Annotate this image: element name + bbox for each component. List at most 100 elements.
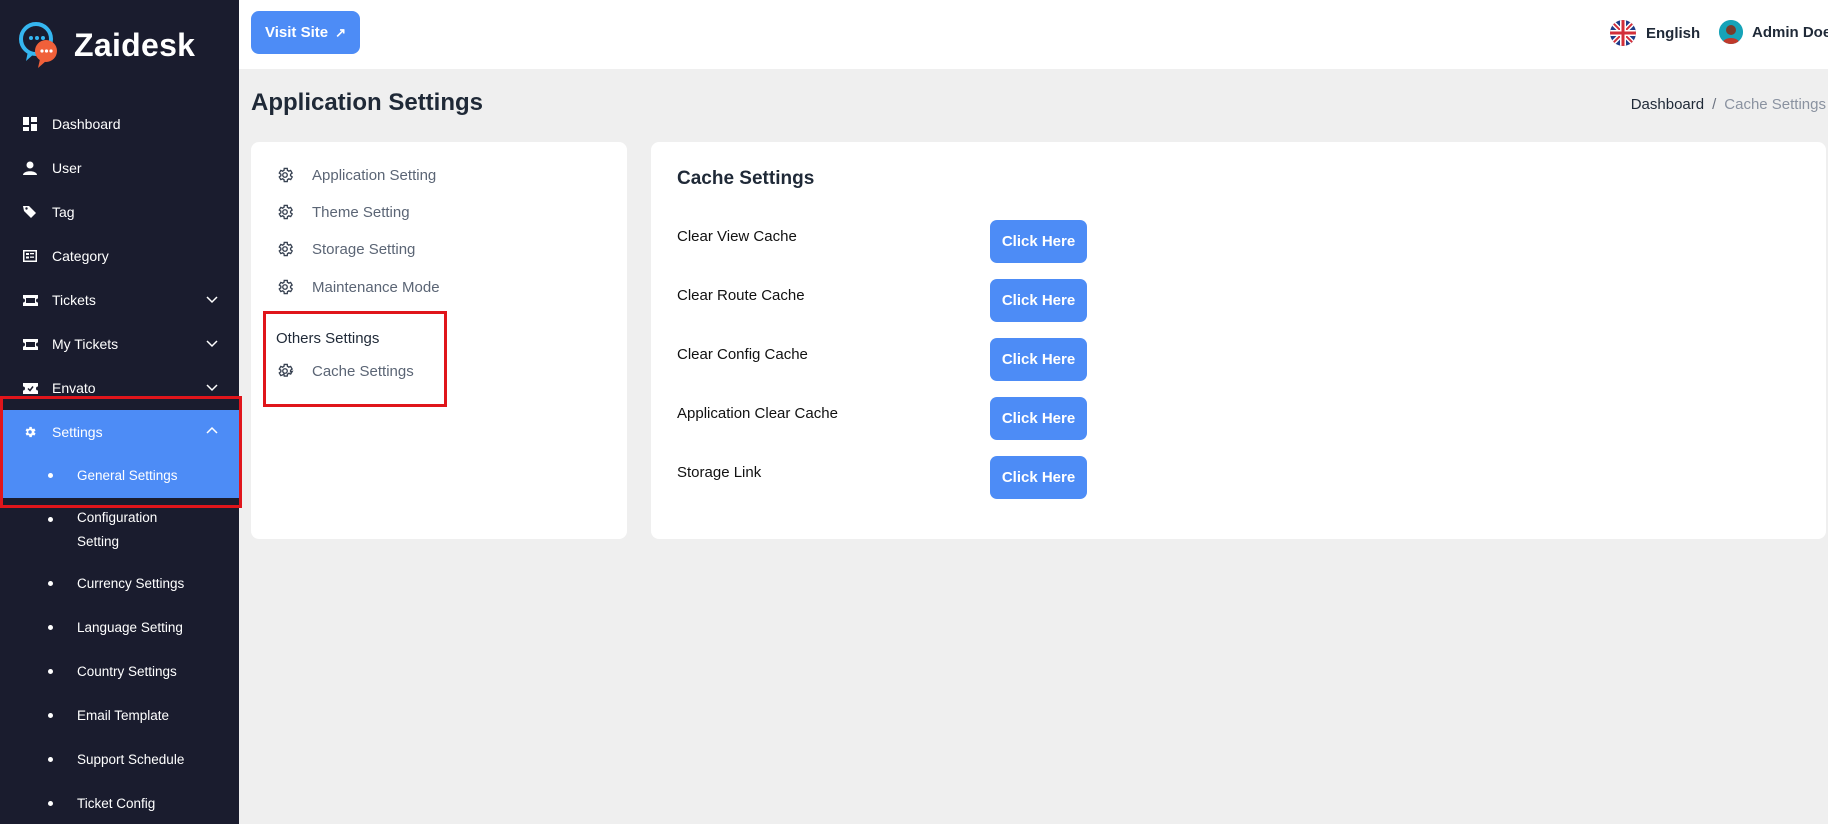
clear-config-cache-button[interactable]: Click Here xyxy=(990,338,1087,381)
topbar: Visit Site ↗ English Admin Doe xyxy=(239,0,1828,69)
sidebar-item-label: User xyxy=(52,160,82,176)
sidebar-subitem-support-schedule[interactable]: Support Schedule xyxy=(0,738,239,782)
brand[interactable]: Zaidesk xyxy=(0,0,239,90)
chevron-down-icon xyxy=(205,336,219,350)
brand-name: Zaidesk xyxy=(74,26,196,63)
application-clear-cache-button[interactable]: Click Here xyxy=(990,397,1087,440)
menu-item-maintenance-mode[interactable]: Maintenance Mode xyxy=(276,278,440,296)
cache-settings-card: Cache Settings Clear View Cache Click He… xyxy=(651,142,1826,539)
sidebar-subitem-email-template[interactable]: Email Template xyxy=(0,694,239,738)
chevron-down-icon xyxy=(205,292,219,306)
cache-row-clear-route: Clear Route Cache Click Here xyxy=(677,279,1087,323)
sidebar-subitem-country-settings[interactable]: Country Settings xyxy=(0,650,239,694)
logo-icon xyxy=(18,19,60,71)
sidebar-item-user[interactable]: User xyxy=(0,146,239,190)
menu-item-label: Application Setting xyxy=(312,166,437,184)
visit-site-label: Visit Site xyxy=(265,24,329,41)
cache-row-label: Clear Config Cache xyxy=(677,346,808,363)
category-icon xyxy=(22,248,38,264)
cache-row-clear-config: Clear Config Cache Click Here xyxy=(677,338,1087,382)
ticket-icon xyxy=(22,292,38,308)
cache-row-label: Storage Link xyxy=(677,464,762,481)
clear-route-cache-button[interactable]: Click Here xyxy=(990,279,1087,322)
sidebar-item-dashboard[interactable]: Dashboard xyxy=(0,102,239,146)
sidebar-nav: Dashboard User Tag Category Tickets My T… xyxy=(0,102,239,824)
gear-icon xyxy=(276,362,294,380)
sidebar-item-category[interactable]: Category xyxy=(0,234,239,278)
user-menu[interactable]: Admin Doe xyxy=(1719,20,1828,44)
sidebar-item-settings[interactable]: Settings xyxy=(0,410,239,454)
bullet-icon xyxy=(48,517,53,522)
chevron-down-icon xyxy=(205,380,219,394)
menu-item-label: Theme Setting xyxy=(312,203,410,221)
sidebar-item-label: Tickets xyxy=(52,292,96,308)
sidebar-subitem-label: Language Setting xyxy=(77,620,183,635)
sidebar-item-tickets[interactable]: Tickets xyxy=(0,278,239,322)
breadcrumb-separator: / xyxy=(1712,96,1717,113)
cache-row-storage-link: Storage Link Click Here xyxy=(677,456,1087,500)
sidebar-subitem-label: General Settings xyxy=(77,468,178,483)
sidebar-item-tag[interactable]: Tag xyxy=(0,190,239,234)
dashboard-icon xyxy=(22,116,38,132)
external-link-icon: ↗ xyxy=(335,24,346,40)
sidebar-subitem-ticket-config[interactable]: Ticket Config xyxy=(0,782,239,824)
sidebar-subitem-label: Ticket Config xyxy=(77,796,156,811)
gear-icon xyxy=(276,240,294,258)
bullet-icon xyxy=(48,473,53,478)
sidebar-subitem-label: Support Schedule xyxy=(77,752,185,767)
envato-icon xyxy=(22,380,38,396)
uk-flag-icon xyxy=(1610,20,1636,46)
gear-icon xyxy=(276,203,294,221)
language-selector[interactable]: English xyxy=(1610,20,1700,46)
sidebar-subitem-label: Currency Settings xyxy=(77,576,185,591)
sidebar-item-label: Envato xyxy=(52,380,96,396)
tag-icon xyxy=(22,204,38,220)
cache-settings-title: Cache Settings xyxy=(677,168,815,189)
sidebar-subitem-label: Configuration Setting xyxy=(77,510,158,549)
sidebar-subitem-language-setting[interactable]: Language Setting xyxy=(0,606,239,650)
bullet-icon xyxy=(48,757,53,762)
others-settings-heading: Others Settings xyxy=(276,330,380,347)
sidebar-subitem-label: Country Settings xyxy=(77,664,177,679)
sidebar: Zaidesk Dashboard User Tag Category Tick… xyxy=(0,0,239,824)
breadcrumb-current: Cache Settings xyxy=(1724,96,1826,113)
sidebar-subitem-label: Email Template xyxy=(77,708,170,723)
menu-item-label: Maintenance Mode xyxy=(312,278,440,296)
user-icon xyxy=(22,160,38,176)
sidebar-item-label: Dashboard xyxy=(52,116,121,132)
clear-view-cache-button[interactable]: Click Here xyxy=(990,220,1087,263)
menu-item-label: Storage Setting xyxy=(312,240,416,258)
breadcrumb: Dashboard / Cache Settings xyxy=(1631,96,1826,113)
storage-link-button[interactable]: Click Here xyxy=(990,456,1087,499)
menu-item-label: Cache Settings xyxy=(312,362,414,380)
bullet-icon xyxy=(48,581,53,586)
gear-icon xyxy=(22,424,38,440)
menu-item-application-setting[interactable]: Application Setting xyxy=(276,166,436,184)
page-title: Application Settings xyxy=(251,89,484,116)
sidebar-subitem-configuration-setting[interactable]: Configuration Setting xyxy=(0,498,239,562)
cache-row-application-clear: Application Clear Cache Click Here xyxy=(677,397,1087,441)
cache-row-label: Clear Route Cache xyxy=(677,287,805,304)
sidebar-item-label: Tag xyxy=(52,204,75,220)
visit-site-button[interactable]: Visit Site ↗ xyxy=(251,11,360,54)
cache-row-label: Application Clear Cache xyxy=(677,405,838,422)
sidebar-subitem-currency-settings[interactable]: Currency Settings xyxy=(0,562,239,606)
avatar xyxy=(1719,20,1743,44)
bullet-icon xyxy=(48,801,53,806)
sidebar-item-label: Settings xyxy=(52,424,103,440)
settings-menu-card: Application Setting Theme Setting Storag… xyxy=(251,142,627,539)
menu-item-theme-setting[interactable]: Theme Setting xyxy=(276,203,410,221)
sidebar-subitem-general-settings[interactable]: General Settings xyxy=(0,454,239,498)
bullet-icon xyxy=(48,713,53,718)
bullet-icon xyxy=(48,625,53,630)
bullet-icon xyxy=(48,669,53,674)
menu-item-storage-setting[interactable]: Storage Setting xyxy=(276,240,415,258)
menu-item-cache-settings[interactable]: Cache Settings xyxy=(276,362,414,380)
gear-icon xyxy=(276,278,294,296)
language-label: English xyxy=(1646,24,1701,42)
gear-icon xyxy=(276,166,294,184)
cache-row-label: Clear View Cache xyxy=(677,228,797,245)
sidebar-item-my-tickets[interactable]: My Tickets xyxy=(0,322,239,366)
sidebar-item-envato[interactable]: Envato xyxy=(0,366,239,410)
breadcrumb-home[interactable]: Dashboard xyxy=(1631,96,1704,113)
